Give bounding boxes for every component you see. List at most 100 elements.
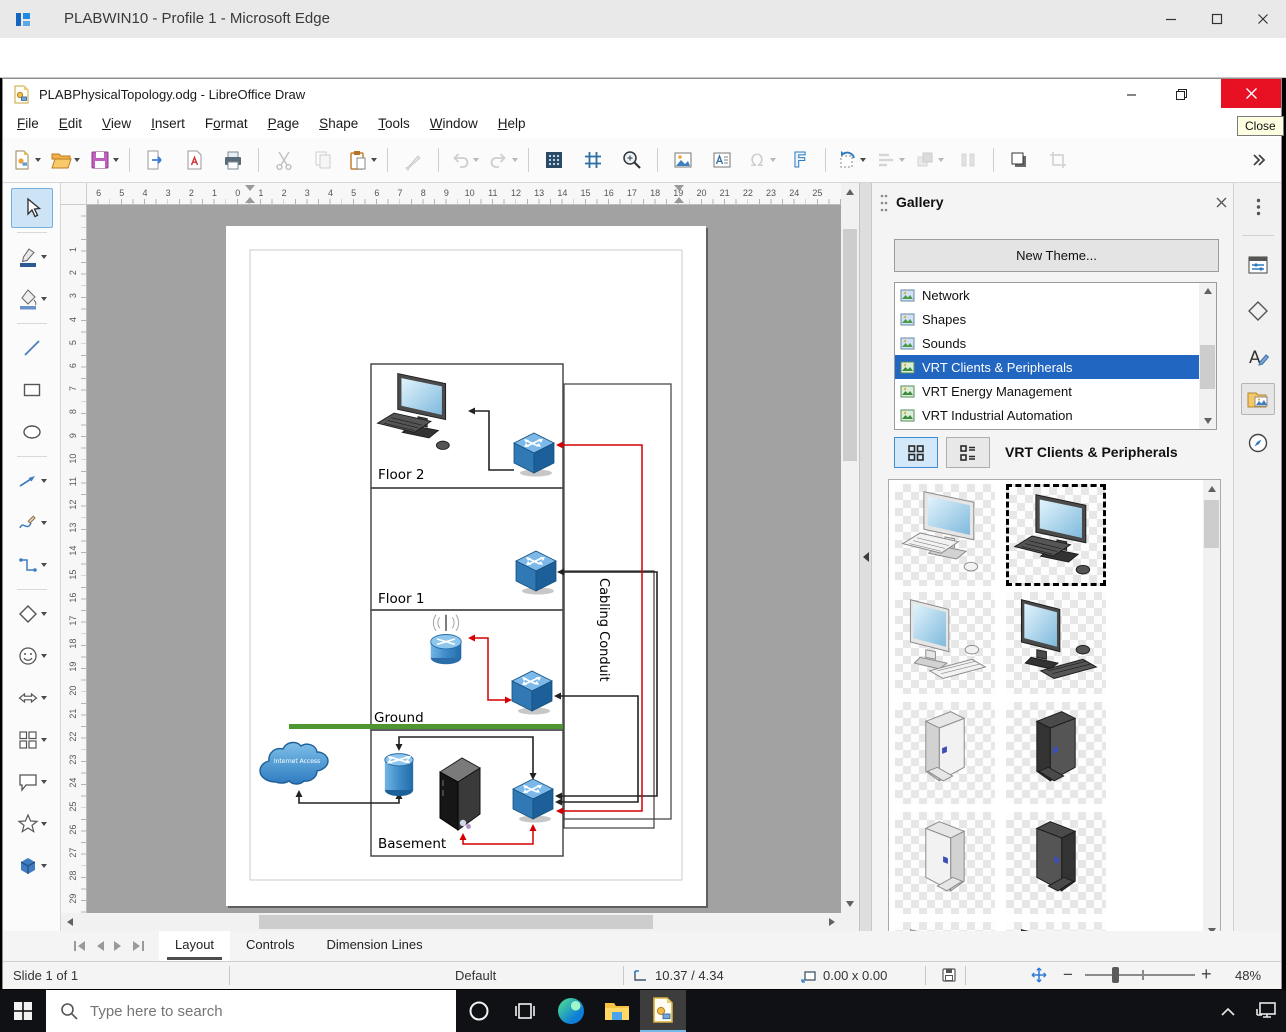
menu-shape[interactable]: Shape bbox=[309, 112, 368, 135]
sidebar-tab-styles[interactable]: A bbox=[1241, 341, 1275, 373]
special-character-button[interactable]: Ω bbox=[744, 145, 778, 175]
sidebar-tab-navigator[interactable] bbox=[1241, 427, 1275, 459]
scroll-down-icon[interactable] bbox=[846, 901, 854, 907]
dropdown-arrow-icon[interactable] bbox=[473, 158, 479, 162]
zoom-in-button[interactable]: + bbox=[1201, 964, 1212, 985]
dropdown-arrow-icon[interactable] bbox=[41, 780, 47, 784]
sidebar-tab-shapes[interactable] bbox=[1241, 295, 1275, 327]
panel-grip-icon[interactable] bbox=[880, 193, 888, 213]
arrange-button[interactable] bbox=[912, 145, 946, 175]
theme-item-shapes[interactable]: Shapes bbox=[895, 307, 1216, 331]
print-button[interactable] bbox=[216, 145, 250, 175]
start-button[interactable] bbox=[0, 990, 46, 1032]
ground-switch[interactable] bbox=[512, 671, 552, 715]
zoom-slider-track[interactable] bbox=[1085, 974, 1195, 976]
zoom-out-button[interactable]: − bbox=[1063, 965, 1073, 985]
margin-marker-icon[interactable] bbox=[674, 185, 684, 191]
fontwork-button[interactable]: F bbox=[783, 145, 817, 175]
export-button[interactable] bbox=[138, 145, 172, 175]
theme-item-vrt-industrial-automation[interactable]: VRT Industrial Automation bbox=[895, 403, 1216, 427]
gallery-items-scrollbar[interactable] bbox=[1203, 480, 1220, 940]
lo-restore-button[interactable] bbox=[1161, 81, 1201, 107]
taskbar-edge-button[interactable] bbox=[548, 990, 594, 1032]
previous-page-icon[interactable] bbox=[95, 940, 105, 952]
fit-slide-icon[interactable] bbox=[1031, 967, 1047, 983]
edge-minimize-button[interactable] bbox=[1148, 1, 1194, 37]
tab-controls[interactable]: Controls bbox=[230, 931, 310, 961]
scroll-left-icon[interactable] bbox=[67, 918, 73, 926]
zoom-button[interactable] bbox=[615, 145, 649, 175]
theme-item-vrt-clients-peripherals[interactable]: VRT Clients & Peripherals bbox=[895, 355, 1216, 379]
theme-list-scrollbar[interactable] bbox=[1199, 283, 1216, 429]
menu-insert[interactable]: Insert bbox=[141, 112, 195, 135]
dropdown-arrow-icon[interactable] bbox=[860, 158, 866, 162]
taskbar-file-explorer-button[interactable] bbox=[594, 990, 640, 1032]
insert-textbox-button[interactable] bbox=[705, 145, 739, 175]
vertical-scrollbar[interactable] bbox=[841, 183, 859, 913]
dropdown-arrow-icon[interactable] bbox=[41, 297, 47, 301]
tab-layout[interactable]: Layout bbox=[159, 931, 230, 961]
connectors-button[interactable] bbox=[11, 545, 53, 585]
menu-file[interactable]: File bbox=[7, 112, 49, 135]
router[interactable] bbox=[385, 754, 413, 797]
horizontal-scrollbar[interactable] bbox=[61, 913, 841, 931]
theme-item-sounds[interactable]: Sounds bbox=[895, 331, 1216, 355]
document-modified-icon[interactable] bbox=[941, 967, 957, 983]
display-grid-button[interactable] bbox=[537, 145, 571, 175]
page-style[interactable]: Default bbox=[455, 968, 496, 983]
clone-formatting-button[interactable] bbox=[396, 145, 430, 175]
task-view-button[interactable] bbox=[502, 990, 548, 1032]
distribute-button[interactable] bbox=[951, 145, 985, 175]
save-button[interactable] bbox=[87, 145, 121, 175]
theme-list-scrollbar-thumb[interactable] bbox=[1200, 345, 1215, 389]
dropdown-arrow-icon[interactable] bbox=[41, 612, 47, 616]
sidebar-tab-gallery[interactable] bbox=[1241, 383, 1275, 415]
open-button[interactable] bbox=[48, 145, 82, 175]
dropdown-arrow-icon[interactable] bbox=[770, 158, 776, 162]
rectangle-button[interactable] bbox=[11, 370, 53, 410]
lo-close-button[interactable] bbox=[1221, 79, 1281, 108]
new-theme-button[interactable]: New Theme... bbox=[894, 239, 1219, 272]
lines-and-arrows-button[interactable] bbox=[11, 461, 53, 501]
gallery-close-button[interactable] bbox=[1210, 191, 1232, 213]
dropdown-arrow-icon[interactable] bbox=[41, 696, 47, 700]
dropdown-arrow-icon[interactable] bbox=[371, 158, 377, 162]
block-arrows-button[interactable] bbox=[11, 678, 53, 718]
dropdown-arrow-icon[interactable] bbox=[113, 158, 119, 162]
taskbar-search-box[interactable] bbox=[46, 990, 456, 1032]
horizontal-scrollbar-thumb[interactable] bbox=[259, 915, 653, 929]
first-page-icon[interactable] bbox=[73, 940, 87, 952]
tray-network-button[interactable] bbox=[1246, 990, 1286, 1032]
select-tool-button[interactable] bbox=[11, 188, 53, 228]
dropdown-arrow-icon[interactable] bbox=[41, 563, 47, 567]
dropdown-arrow-icon[interactable] bbox=[41, 255, 47, 259]
menu-format[interactable]: Format bbox=[195, 112, 258, 135]
curves-polygons-button[interactable] bbox=[11, 503, 53, 543]
vertical-scrollbar-thumb[interactable] bbox=[843, 229, 857, 461]
ellipse-button[interactable] bbox=[11, 412, 53, 452]
zoom-level[interactable]: 48% bbox=[1235, 968, 1261, 983]
theme-item-network[interactable]: Network bbox=[895, 283, 1216, 307]
gallery-item-selected[interactable] bbox=[1006, 484, 1106, 586]
wireless-access-point[interactable] bbox=[431, 615, 462, 665]
symbol-shapes-button[interactable] bbox=[11, 636, 53, 676]
scroll-right-icon[interactable] bbox=[829, 918, 835, 926]
dropdown-arrow-icon[interactable] bbox=[74, 158, 80, 162]
insert-line-button[interactable] bbox=[11, 328, 53, 368]
flowchart-shapes-button[interactable] bbox=[11, 720, 53, 760]
new-document-button[interactable] bbox=[9, 145, 43, 175]
cortana-button[interactable] bbox=[456, 990, 502, 1032]
cut-button[interactable] bbox=[267, 145, 301, 175]
search-input[interactable] bbox=[88, 1002, 372, 1021]
gallery-items-scrollbar-thumb[interactable] bbox=[1204, 500, 1219, 548]
sidebar-settings-button[interactable] bbox=[1241, 191, 1275, 223]
dropdown-arrow-icon[interactable] bbox=[41, 521, 47, 525]
taskbar-libreoffice-draw-button[interactable] bbox=[640, 990, 686, 1032]
ground-level-line[interactable] bbox=[289, 724, 563, 729]
3d-objects-button[interactable] bbox=[11, 846, 53, 886]
menu-tools[interactable]: Tools bbox=[368, 112, 420, 135]
paste-button[interactable] bbox=[345, 145, 379, 175]
detailed-view-button[interactable] bbox=[946, 437, 990, 468]
margin-marker-icon[interactable] bbox=[245, 185, 255, 191]
menu-edit[interactable]: Edit bbox=[49, 112, 92, 135]
